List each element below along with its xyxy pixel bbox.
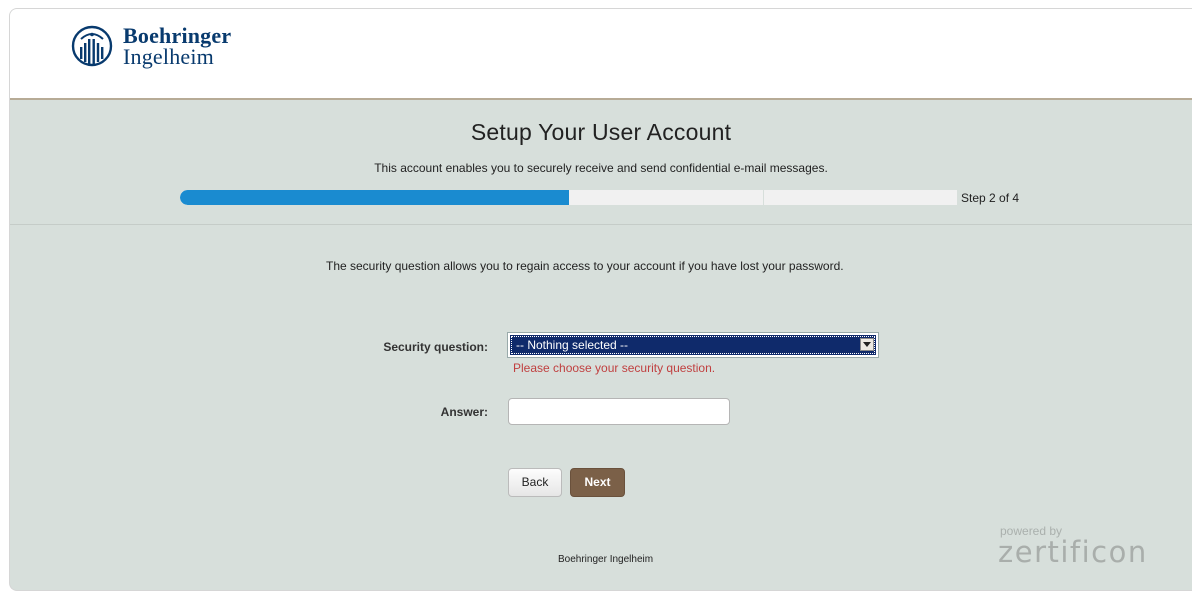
company-logo[interactable]: Boehringer Ingelheim bbox=[67, 23, 232, 69]
brand-line2: Ingelheim bbox=[123, 44, 214, 69]
security-question-error: Please choose your security question. bbox=[513, 361, 716, 375]
progress-step-divider bbox=[762, 190, 764, 205]
answer-input[interactable] bbox=[508, 398, 730, 425]
progress-bar-fill bbox=[180, 190, 569, 205]
security-question-select-highlight: -- Nothing selected -- bbox=[510, 335, 876, 355]
zertificon-logo[interactable]: zertificon bbox=[998, 535, 1148, 569]
page-title: Setup Your User Account bbox=[470, 119, 732, 145]
progress-bar bbox=[180, 190, 957, 205]
section-divider bbox=[10, 224, 1192, 225]
security-question-selected-value: -- Nothing selected -- bbox=[516, 338, 629, 352]
company-logo-text: Boehringer Ingelheim bbox=[123, 23, 232, 69]
boehringer-building-logo-icon bbox=[71, 25, 113, 67]
answer-label: Answer: bbox=[440, 405, 488, 419]
step-indicator: Step 2 of 4 bbox=[961, 191, 1020, 205]
page-subtitle: This account enables you to securely rec… bbox=[374, 161, 828, 175]
brand-line1: Boehringer bbox=[123, 23, 232, 48]
security-question-select[interactable]: -- Nothing selected -- bbox=[507, 332, 879, 358]
back-button[interactable]: Back bbox=[508, 468, 562, 497]
header: Boehringer Ingelheim bbox=[10, 9, 1192, 100]
security-question-label: Security question: bbox=[383, 340, 488, 354]
chevron-down-icon[interactable] bbox=[860, 338, 874, 351]
security-question-intro: The security question allows you to rega… bbox=[326, 259, 844, 273]
page-frame: Boehringer Ingelheim Setup Your User Acc… bbox=[9, 8, 1192, 591]
footer-company: Boehringer Ingelheim bbox=[558, 554, 654, 565]
next-button[interactable]: Next bbox=[570, 468, 625, 497]
